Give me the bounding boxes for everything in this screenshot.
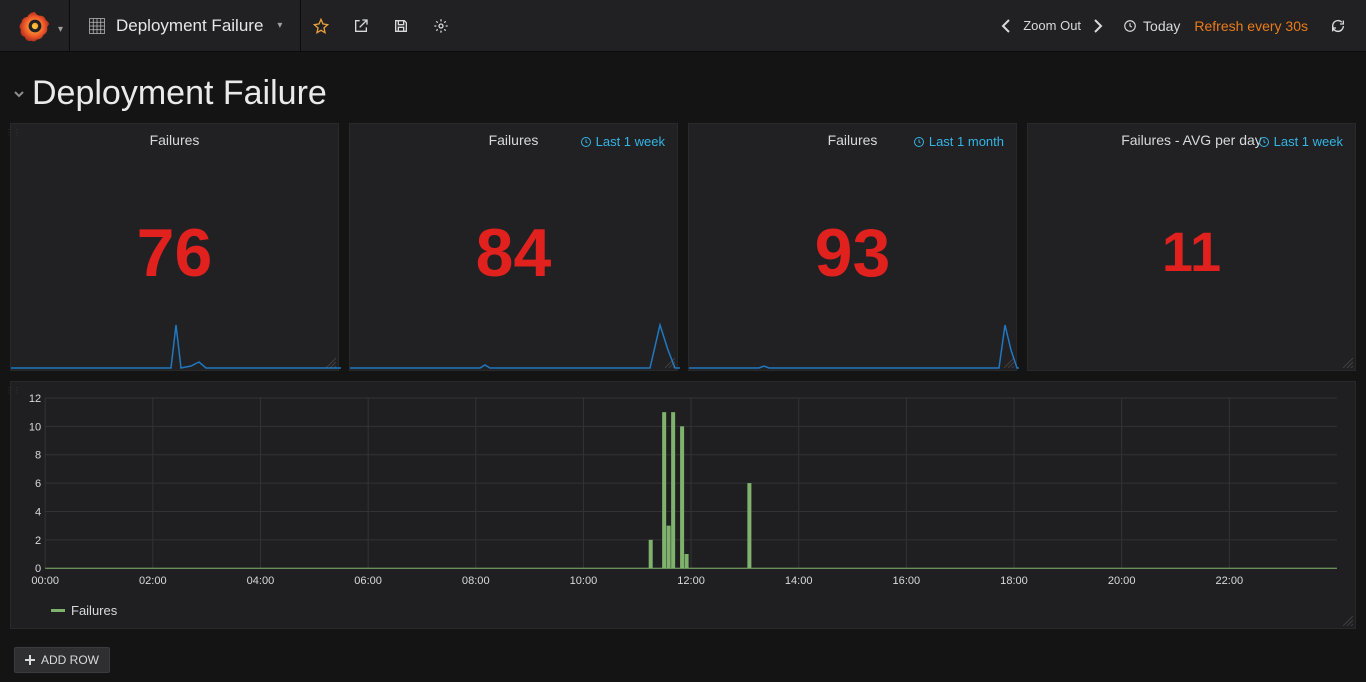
add-row-label: ADD ROW [41,653,99,667]
chevron-down-icon [14,89,24,99]
share-button[interactable] [341,0,381,52]
nav-tools [301,0,461,51]
grafana-logo-menu[interactable]: ▾ [0,0,70,51]
svg-text:06:00: 06:00 [354,575,382,587]
zoom-out-button[interactable]: Zoom Out [1023,18,1081,33]
drag-handle-icon[interactable]: ⋮⋮ [5,382,11,628]
add-row-container: ADD ROW [0,629,1366,682]
svg-text:20:00: 20:00 [1108,575,1136,587]
svg-text:12: 12 [29,394,41,405]
chevron-left-icon [1001,19,1011,33]
stat-panel-failures-week[interactable]: Failures Last 1 week 84 [349,123,678,371]
add-row-button[interactable]: ADD ROW [14,647,110,673]
stat-value: 11 [1028,224,1355,280]
svg-text:6: 6 [35,478,41,490]
refresh-interval-picker[interactable]: Refresh every 30s [1194,18,1308,34]
save-icon [393,18,409,34]
resize-handle-icon[interactable] [326,358,336,368]
time-range-label: Today [1143,18,1180,34]
svg-text:04:00: 04:00 [247,575,275,587]
nav-left: ▾ Deployment Failure ▾ [0,0,461,51]
gear-icon [433,18,449,34]
svg-text:18:00: 18:00 [1000,575,1028,587]
stat-value: 76 [11,219,338,287]
caret-down-icon: ▾ [277,20,282,31]
share-icon [353,18,369,34]
refresh-icon [1330,18,1346,34]
clock-icon [580,136,592,148]
row-header: Deployment Failure [0,52,1366,123]
nav-right: Zoom Out Today Refresh every 30s [995,0,1366,51]
svg-text:10:00: 10:00 [570,575,598,587]
star-icon [313,18,329,34]
stat-panel-failures-month[interactable]: Failures Last 1 month 93 [688,123,1017,371]
graph-body: 0 2 4 6 8 10 12 00:00 02:00 04:00 06:00 08:00 10:00 1… [15,394,1343,588]
stat-value: 84 [350,219,677,287]
chevron-right-icon [1093,19,1103,33]
svg-text:8: 8 [35,450,41,462]
svg-text:4: 4 [35,506,41,518]
clock-icon [1258,136,1270,148]
dashboard-icon [88,17,106,35]
panel-time-badge: Last 1 week [1258,134,1343,149]
resize-handle-icon[interactable] [1004,358,1014,368]
panel-time-badge: Last 1 week [580,134,665,149]
grafana-logo-icon [19,10,51,42]
svg-text:08:00: 08:00 [462,575,490,587]
graph-panel-failures[interactable]: ⋮⋮ 02468101200:0002:0004:0006:0008:0010:… [10,381,1356,629]
svg-text:0: 0 [35,563,41,575]
time-back-button[interactable] [995,15,1017,37]
graph-legend[interactable]: Failures [51,603,117,618]
svg-text:22:00: 22:00 [1215,575,1243,587]
clock-icon [1123,19,1137,33]
stat-panel-failures-today[interactable]: ⋮⋮ Failures 76 [10,123,339,371]
panel-title: Failures [11,124,338,148]
resize-handle-icon[interactable] [1343,358,1353,368]
svg-text:2: 2 [35,535,41,547]
clock-icon [913,136,925,148]
svg-text:16:00: 16:00 [893,575,921,587]
stat-value: 93 [689,219,1016,287]
panel-time-badge-label: Last 1 week [1274,134,1343,149]
save-button[interactable] [381,0,421,52]
svg-text:00:00: 00:00 [31,575,59,587]
legend-label: Failures [71,603,117,618]
sparkline [350,310,680,370]
sparkline [689,310,1019,370]
row-collapse-toggle[interactable] [14,89,24,99]
svg-text:14:00: 14:00 [785,575,813,587]
top-navbar: ▾ Deployment Failure ▾ [0,0,1366,52]
page-title: Deployment Failure [32,74,327,113]
svg-text:10: 10 [29,421,41,433]
graph-svg: 0 2 4 6 8 10 12 00:00 02:00 04:00 06:00 08:00 10:00 1… [15,394,1343,588]
stat-row: ⋮⋮ Failures 76 Failures Last 1 week 84 F… [0,123,1366,371]
time-forward-button[interactable] [1087,15,1109,37]
legend-swatch [51,609,65,612]
star-button[interactable] [301,0,341,52]
refresh-button[interactable] [1324,14,1352,38]
zoom-controls: Zoom Out [995,15,1109,37]
resize-handle-icon[interactable] [665,358,675,368]
svg-text:12:00: 12:00 [677,575,705,587]
panel-time-badge-label: Last 1 month [929,134,1004,149]
plus-icon [25,655,35,665]
panel-time-badge: Last 1 month [913,134,1004,149]
dashboard-picker[interactable]: Deployment Failure ▾ [70,0,301,51]
settings-button[interactable] [421,0,461,52]
resize-handle-icon[interactable] [1343,616,1353,626]
stat-panel-failures-avg[interactable]: Failures - AVG per day Last 1 week 11 [1027,123,1356,371]
caret-down-icon: ▾ [58,24,63,35]
dashboard-name: Deployment Failure [116,16,263,36]
svg-text:02:00: 02:00 [139,575,167,587]
time-range-picker[interactable]: Today [1115,18,1188,34]
panel-time-badge-label: Last 1 week [596,134,665,149]
sparkline [11,310,341,370]
